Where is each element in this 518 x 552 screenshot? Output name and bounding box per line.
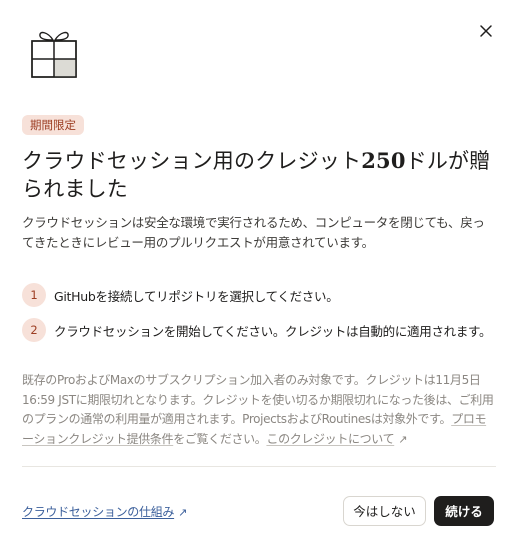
- cloud-credit-dialog: 期間限定 クラウドセッション用のクレジット250ドルが贈られました クラウドセッ…: [0, 0, 518, 552]
- footer-divider: [22, 466, 496, 467]
- gift-icon: [31, 31, 77, 78]
- learn-link-label: クラウドセッションの仕組み: [22, 505, 175, 519]
- terms-body: 既存のProおよびMaxのサブスクリプション加入者のみ対象です。クレジットは11…: [22, 373, 494, 426]
- step-item: 1 GitHubを接続してリポジトリを選択してください。: [22, 282, 496, 308]
- step-number: 2: [22, 318, 46, 342]
- dialog-description: クラウドセッションは安全な環境で実行されるため、コンピュータを閉じても、戻ってき…: [22, 215, 485, 250]
- arrow-up-right-icon: ↗: [178, 506, 188, 519]
- how-cloud-sessions-work-link[interactable]: クラウドセッションの仕組み ↗: [22, 503, 187, 520]
- close-button[interactable]: [476, 21, 496, 41]
- continue-button[interactable]: 続ける: [434, 496, 494, 526]
- arrow-up-right-icon: ↗: [398, 432, 408, 446]
- title-prefix: クラウドセッション用のクレジット: [22, 149, 362, 173]
- terms-text: 既存のProおよびMaxのサブスクリプション加入者のみ対象です。クレジットは11…: [22, 371, 496, 449]
- dialog-title: クラウドセッション用のクレジット250ドルが贈られました: [22, 147, 492, 203]
- step-text: GitHubを接続してリポジトリを選択してください。: [54, 288, 339, 304]
- about-credit-link[interactable]: このクレジットについて ↗: [266, 432, 407, 446]
- close-icon: [480, 25, 492, 37]
- limited-time-badge: 期間限定: [22, 115, 84, 135]
- step-number: 1: [22, 283, 46, 307]
- not-now-button[interactable]: 今はしない: [343, 496, 426, 526]
- step-text: クラウドセッションを開始してください。クレジットは自動的に適用されます。: [54, 323, 492, 339]
- step-item: 2 クラウドセッションを開始してください。クレジットは自動的に適用されます。: [22, 317, 496, 343]
- terms-after-link: をご覧ください。: [173, 431, 267, 446]
- about-credit-label: このクレジットについて: [266, 431, 395, 446]
- credit-amount: 250: [361, 148, 406, 173]
- steps-list: 1 GitHubを接続してリポジトリを選択してください。 2 クラウドセッション…: [22, 282, 496, 352]
